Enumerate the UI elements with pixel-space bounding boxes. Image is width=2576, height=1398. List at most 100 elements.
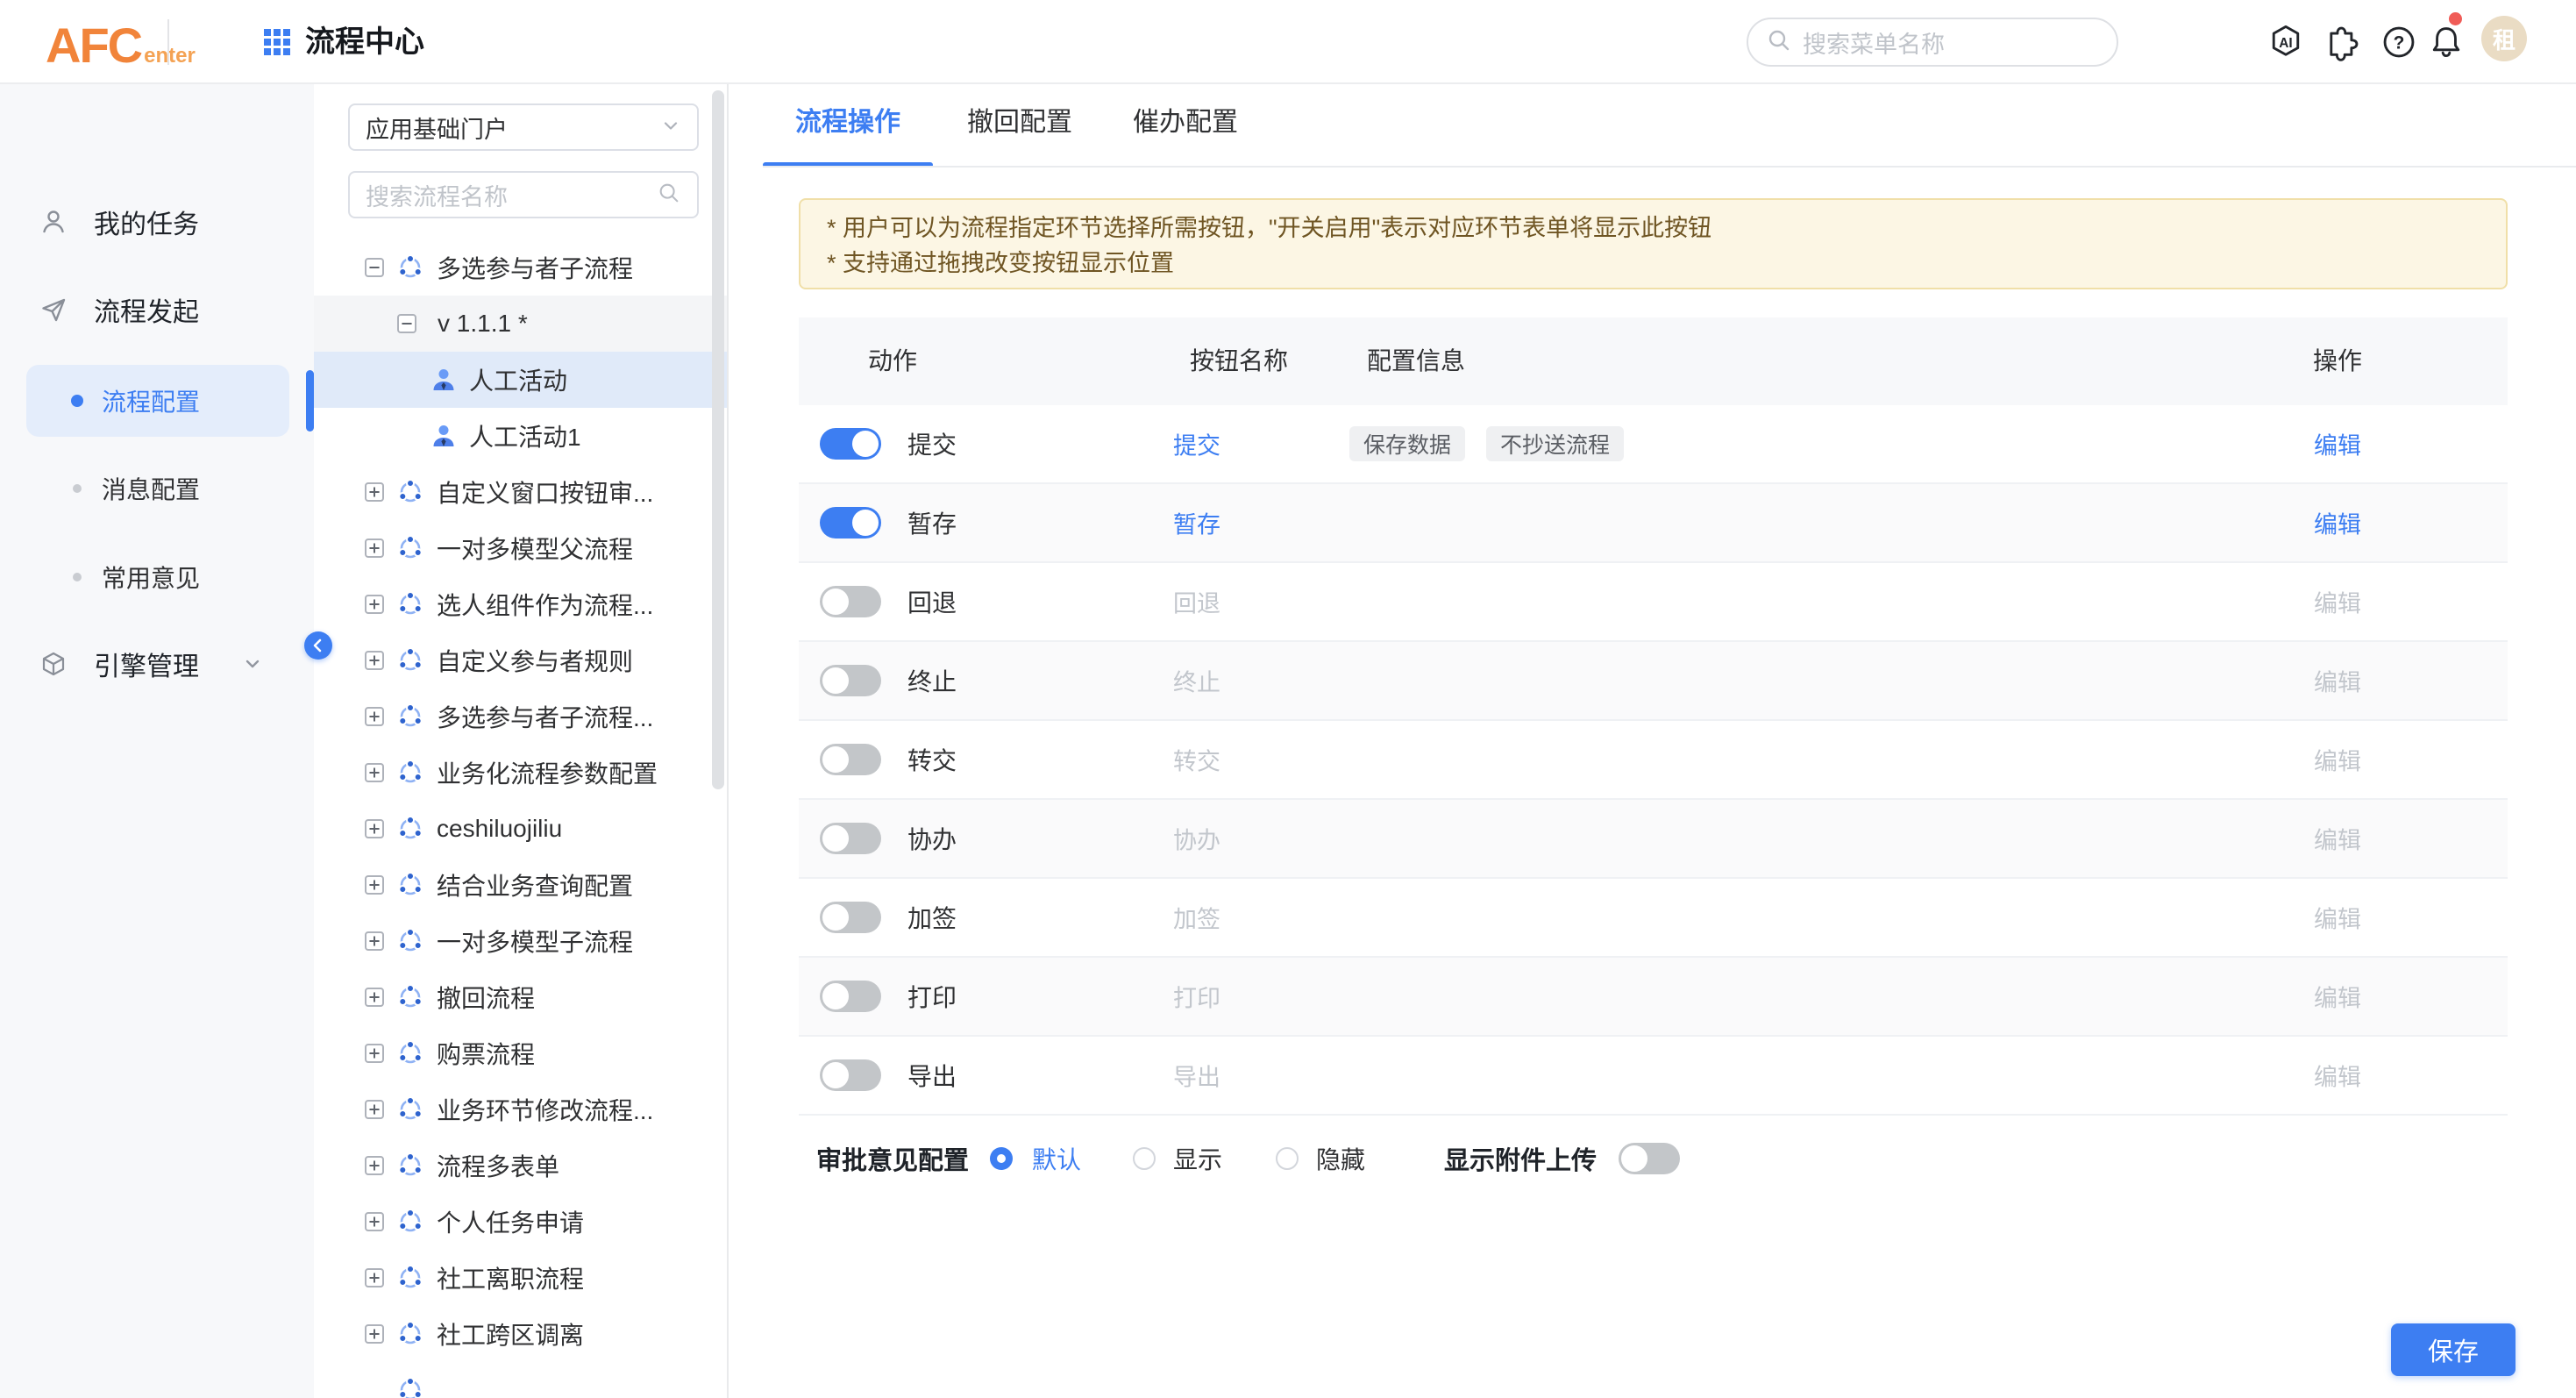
edit-link[interactable]: 编辑 [2289,1059,2386,1093]
actions-table-body: 提交提交保存数据不抄送流程编辑暂存暂存编辑回退回退编辑终止终止编辑转交转交编辑协… [799,405,2508,1116]
tree-expander-plus-icon[interactable] [365,763,384,782]
tree-item-8[interactable]: 多选参与者子流程... [314,688,727,745]
toggle-knob [822,667,849,694]
button-name-link[interactable]: 提交 [1173,427,1220,461]
person-icon [431,367,457,393]
tree-item-0[interactable]: 多选参与者子流程 [314,239,727,296]
tree-item-2[interactable]: 人工活动 [314,352,727,408]
tree-expander-plus-icon[interactable] [365,1100,384,1119]
toggle-knob [822,1062,849,1088]
tree-item-1[interactable]: v 1.1.1 * [314,296,727,352]
tree-expander-plus-icon[interactable] [365,482,384,502]
tree-item-10[interactable]: ceshiluojiliu [314,801,727,857]
radio-default[interactable] [990,1147,1013,1170]
tree-item-15[interactable]: 业务环节修改流程... [314,1081,727,1138]
action-toggle[interactable] [820,823,881,854]
toggle-knob [822,588,849,615]
sidebar-item-message-config[interactable]: 消息配置 [0,460,314,517]
menu-search-input[interactable]: 搜索菜单名称 [1747,18,2118,67]
tree-item-11[interactable]: 结合业务查询配置 [314,857,727,913]
tree-expander-plus-icon[interactable] [365,988,384,1007]
tree-item-14[interactable]: 购票流程 [314,1025,727,1081]
plugin-icon[interactable] [2322,21,2364,63]
action-toggle[interactable] [820,1059,881,1091]
sidebar-item-process-start[interactable]: 流程发起 [0,282,314,338]
tree-scrollbar[interactable] [712,90,724,789]
action-toggle[interactable] [820,744,881,775]
tree-expander-plus-icon[interactable] [365,819,384,838]
tree-item-12[interactable]: 一对多模型子流程 [314,913,727,969]
radio-show[interactable] [1133,1147,1156,1170]
tree-item-13[interactable]: 撤回流程 [314,969,727,1025]
app-root: AFC enter 流程中心 搜索菜单名称 AI ? [0,0,2576,1398]
tree-expander-plus-icon[interactable] [365,1156,384,1175]
edit-link[interactable]: 编辑 [2289,664,2386,698]
edit-link[interactable]: 编辑 [2289,822,2386,856]
tree-expander-plus-icon[interactable] [365,1044,384,1063]
ai-assistant-icon[interactable]: AI [2265,21,2307,63]
tree-item-9[interactable]: 业务化流程参数配置 [314,745,727,801]
action-toggle[interactable] [820,981,881,1012]
tree-item-label: 社工跨区调离 [437,1316,584,1352]
edit-link[interactable]: 编辑 [2289,585,2386,619]
tab-withdraw-config[interactable]: 撤回配置 [956,98,1084,147]
tree-expander-plus-icon[interactable] [365,1324,384,1344]
inactive-dot [73,484,82,493]
tree-item-18[interactable]: 社工离职流程 [314,1250,727,1306]
radio-show-label[interactable]: 显示 [1173,1141,1222,1176]
sidebar-item-my-tasks[interactable]: 我的任务 [0,194,314,250]
action-toggle[interactable] [820,665,881,696]
notifications-bell-icon[interactable] [2425,21,2467,63]
radio-hide-label[interactable]: 隐藏 [1316,1141,1365,1176]
tree-item-16[interactable]: 流程多表单 [314,1138,727,1194]
edit-link[interactable]: 编辑 [2289,901,2386,935]
edit-link[interactable]: 编辑 [2289,506,2386,540]
attachment-upload-toggle[interactable] [1619,1143,1680,1174]
tree-expander-plus-icon[interactable] [365,595,384,614]
sidebar-item-process-config[interactable]: 流程配置 [26,365,289,437]
action-toggle[interactable] [820,507,881,539]
tree-item-6[interactable]: 选人组件作为流程... [314,576,727,632]
tree-item-3[interactable]: 人工活动1 [314,408,727,464]
tab-process-operations[interactable]: 流程操作 [763,98,933,147]
radio-default-label[interactable]: 默认 [1032,1141,1081,1176]
action-row-5: 协办协办编辑 [799,800,2508,879]
sidebar-collapse-button[interactable] [304,631,332,660]
tree-expander-plus-icon[interactable] [365,1212,384,1231]
action-toggle[interactable] [820,902,881,933]
app-select-dropdown[interactable]: 应用基础门户 [348,103,699,151]
sidebar-item-common-opinions[interactable]: 常用意见 [0,549,314,605]
action-toggle[interactable] [820,586,881,617]
tree-item-20[interactable] [314,1362,727,1398]
tab-urge-config[interactable]: 催办配置 [1121,98,1249,147]
tree-expander-plus-icon[interactable] [365,931,384,951]
tree-item-17[interactable]: 个人任务申请 [314,1194,727,1250]
button-name-link: 回退 [1173,585,1220,619]
tree-item-19[interactable]: 社工跨区调离 [314,1306,727,1362]
active-dot [71,395,83,407]
edit-link[interactable]: 编辑 [2289,427,2386,461]
tree-item-5[interactable]: 一对多模型父流程 [314,520,727,576]
tree-expander-plus-icon[interactable] [365,707,384,726]
edit-link[interactable]: 编辑 [2289,743,2386,777]
help-icon[interactable]: ? [2378,21,2420,63]
app-grid-icon[interactable] [263,28,291,56]
tree-expander-plus-icon[interactable] [365,875,384,895]
button-name-link[interactable]: 暂存 [1173,506,1220,540]
avatar[interactable]: 租 [2481,16,2527,61]
tree-item-7[interactable]: 自定义参与者规则 [314,632,727,688]
tree-item-4[interactable]: 自定义窗口按钮审... [314,464,727,520]
tree-expander-plus-icon[interactable] [365,651,384,670]
sidebar-item-engine-management[interactable]: 引擎管理 [0,636,314,692]
tree-expander-plus-icon[interactable] [365,539,384,558]
save-button[interactable]: 保存 [2391,1323,2516,1376]
edit-link[interactable]: 编辑 [2289,980,2386,1014]
action-toggle[interactable] [820,428,881,460]
tree-expander-plus-icon[interactable] [365,1268,384,1287]
app-logo[interactable]: AFC enter [46,0,196,84]
column-header-action: 动作 [868,317,917,405]
radio-hide[interactable] [1276,1147,1299,1170]
tree-expander-minus-icon[interactable] [397,314,416,333]
process-search-input[interactable]: 搜索流程名称 [348,171,699,218]
tree-expander-minus-icon[interactable] [365,258,384,277]
